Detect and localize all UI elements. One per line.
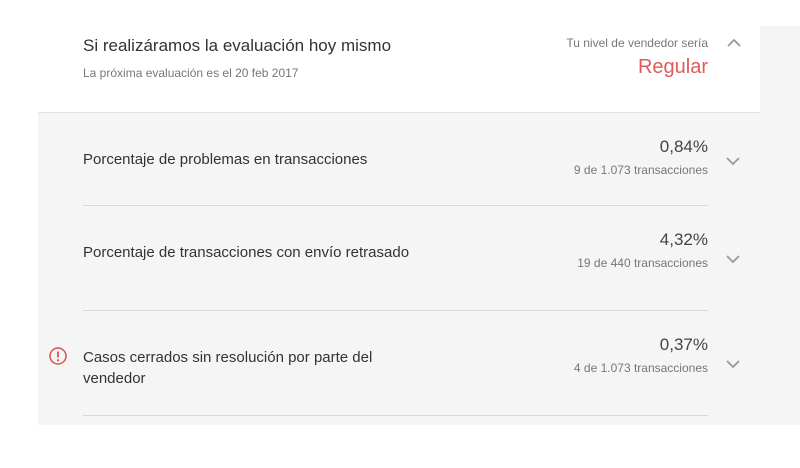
metric-row-late-shipping[interactable]: Porcentaje de transacciones con envío re… bbox=[83, 206, 740, 311]
next-evaluation-date: La próxima evaluación es el 20 feb 2017 bbox=[83, 66, 299, 80]
chevron-down-icon[interactable] bbox=[725, 359, 741, 369]
metric-count: 19 de 440 transacciones bbox=[577, 256, 708, 270]
metric-label: Casos cerrados sin resolución por parte … bbox=[83, 349, 373, 387]
right-gutter bbox=[760, 26, 800, 425]
seller-level-value: Regular bbox=[637, 56, 708, 78]
metric-label: Porcentaje de transacciones con envío re… bbox=[83, 244, 410, 261]
metric-value: 0,37% bbox=[659, 335, 708, 354]
metric-count: 4 de 1.073 transacciones bbox=[573, 361, 708, 375]
metric-label: Porcentaje de problemas en transacciones bbox=[83, 151, 368, 168]
evaluation-header[interactable]: Si realizáramos la evaluación hoy mismo … bbox=[38, 0, 760, 113]
metric-value: 0,84% bbox=[659, 137, 708, 156]
chevron-down-icon[interactable] bbox=[725, 156, 741, 166]
seller-level-label: Tu nivel de vendedor sería bbox=[566, 36, 708, 50]
seller-evaluation-page: Si realizáramos la evaluación hoy mismo … bbox=[0, 0, 800, 468]
evaluation-panel: Si realizáramos la evaluación hoy mismo … bbox=[38, 0, 760, 425]
chevron-down-icon[interactable] bbox=[725, 254, 741, 264]
metric-row-transaction-problems[interactable]: Porcentaje de problemas en transacciones… bbox=[83, 113, 740, 206]
alert-circle-icon bbox=[49, 347, 67, 365]
metric-value: 4,32% bbox=[659, 230, 708, 249]
metric-row-cases-closed-without-resolution[interactable]: Casos cerrados sin resolución por parte … bbox=[49, 311, 740, 416]
chevron-up-icon[interactable] bbox=[726, 38, 742, 48]
metric-count: 9 de 1.073 transacciones bbox=[573, 163, 708, 177]
metrics-list: Porcentaje de problemas en transacciones… bbox=[38, 113, 760, 425]
evaluation-title: Si realizáramos la evaluación hoy mismo bbox=[83, 36, 392, 55]
